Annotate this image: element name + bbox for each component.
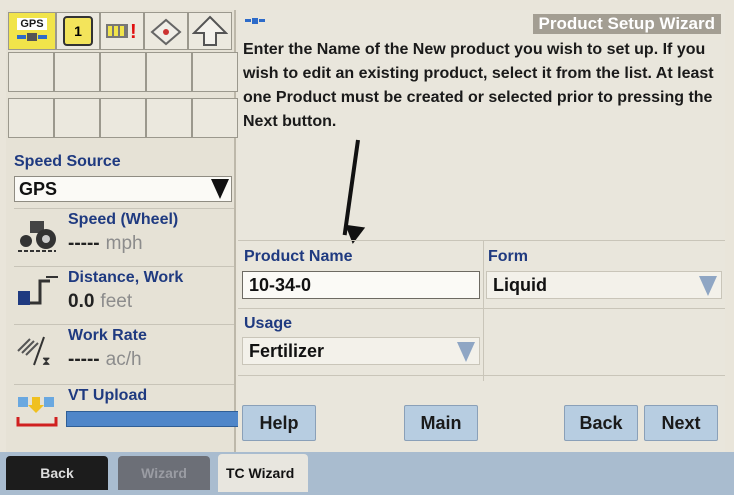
status-grid-row-1 [8,52,238,92]
work-rate-value: ----- [68,349,100,370]
metric-value: ----- ac/h [68,349,142,371]
status-cell[interactable] [100,52,146,92]
distance-icon [16,273,60,311]
wizard-title: Product Setup Wizard [532,14,721,34]
metric-speed: Speed (Wheel) ----- mph [14,208,234,267]
status-cell[interactable] [54,98,100,138]
chevron-down-icon [699,276,717,296]
annotation-arrow-icon [342,139,360,236]
status-cell[interactable] [8,98,54,138]
metric-value: 0.0 feet [68,291,132,313]
tractor-icon [16,215,60,253]
metric-title: Distance, Work [68,269,184,286]
help-button[interactable]: Help [242,405,316,441]
chevron-down-icon [211,179,229,199]
status-grid-row-2 [8,98,238,138]
section-count-icon[interactable]: 1 [56,12,100,50]
vt-upload-progress-bar [66,411,244,427]
distance-unit: feet [100,291,133,312]
status-cell[interactable] [146,98,192,138]
metric-title: Work Rate [68,327,147,344]
status-cell[interactable] [146,52,192,92]
speed-unit: mph [105,233,143,254]
metric-vt-upload: VT Upload [14,384,244,451]
up-arrow-icon[interactable] [188,12,232,50]
metric-title: Speed (Wheel) [68,211,179,228]
product-name-label: Product Name [244,248,353,265]
product-name-value: 10-34-0 [249,275,312,295]
status-cell[interactable] [54,52,100,92]
metric-title: VT Upload [68,387,148,404]
product-form: Product Name 10-34-0 Form Liquid Usage F… [238,240,725,409]
svg-text:⧗: ⧗ [42,354,50,368]
form-dropdown[interactable]: Liquid [486,271,722,299]
metric-distance: Distance, Work 0.0 feet [14,266,234,325]
tab-wizard[interactable]: Wizard [118,456,210,490]
tab-tc-wizard[interactable]: TC Wizard [218,454,308,492]
speed-source-dropdown[interactable]: GPS [14,176,232,202]
distance-value: 0.0 [68,291,95,312]
form-value: Liquid [493,275,547,295]
divider [238,375,725,376]
divider [483,241,484,381]
usage-label: Usage [244,315,293,332]
gps-status-icon[interactable]: GPS [8,12,56,50]
status-cell[interactable] [8,52,54,92]
section-count-value: 1 [74,23,82,39]
tag-icon[interactable] [144,12,188,50]
work-rate-unit: ac/h [105,349,142,370]
speed-source-label: Speed Source [14,153,121,170]
status-cell[interactable] [192,98,238,138]
speed-source-value: GPS [19,179,58,199]
speed-value: ----- [68,233,100,254]
svg-text:!: ! [130,21,137,43]
status-cell[interactable] [100,98,146,138]
wizard-instructions: Enter the Name of the New product you wi… [243,41,714,130]
display-screen: GPS 1 ! Speed Source GPS Speed (Wheel) -… [0,0,734,495]
wizard-titlebar: Product Setup Wizard [238,10,725,38]
status-cell[interactable] [192,52,238,92]
bottom-tab-bar: Back Wizard TC Wizard [0,452,734,495]
gps-label: GPS [17,18,47,30]
divider [238,308,725,309]
next-button[interactable]: Next [644,405,718,441]
vt-upload-icon [16,391,60,429]
status-icon-row: GPS 1 ! [8,12,232,50]
metric-work-rate: ⧗ Work Rate ----- ac/h [14,324,234,383]
usage-dropdown[interactable]: Fertilizer [242,337,480,365]
form-label: Form [488,248,528,265]
implement-alert-icon[interactable]: ! [100,12,144,50]
chevron-down-icon [457,342,475,362]
back-button[interactable]: Back [564,405,638,441]
satellite-icon [245,18,265,24]
metric-value: ----- mph [68,233,143,255]
product-name-input[interactable]: 10-34-0 [242,271,480,299]
work-rate-icon: ⧗ [16,331,60,369]
usage-value: Fertilizer [249,341,325,361]
main-button[interactable]: Main [404,405,478,441]
tab-back[interactable]: Back [6,456,108,490]
wizard-panel: Product Setup Wizard Enter the Name of t… [238,10,725,452]
